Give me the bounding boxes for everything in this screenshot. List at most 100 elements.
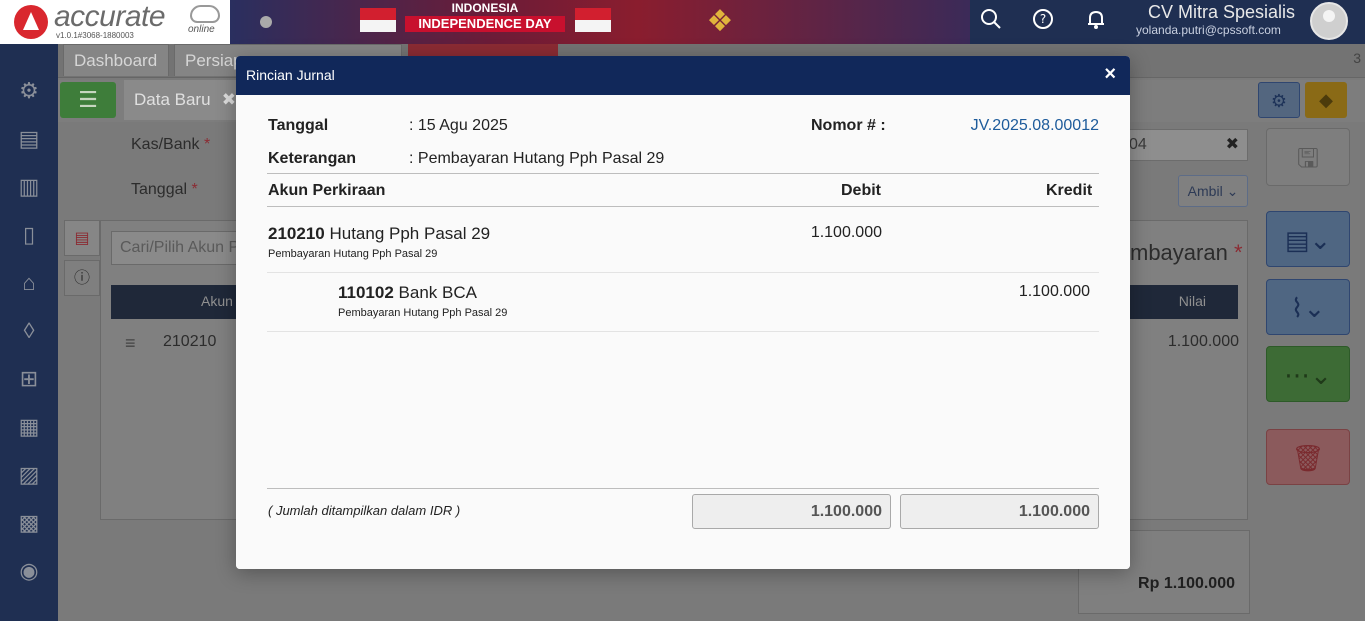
tab-overflow-count[interactable]: 3 — [1353, 50, 1361, 66]
logo-subtitle: online — [188, 24, 215, 35]
garuda-emblem-icon: ❖ — [706, 5, 734, 38]
flag-icon — [360, 8, 396, 32]
sidebar: ⚙ ▤ ▥ ▯ ⌂ ◊ ⊞ ▦ ▨ ▩ ◉ — [0, 44, 58, 621]
banner-line-2: INDEPENDENCE DAY — [405, 16, 565, 32]
close-icon[interactable]: ✖ — [222, 80, 236, 120]
grid-head-akun: Akun — [201, 293, 233, 309]
tab-dashboard[interactable]: Dashboard — [63, 44, 169, 76]
info-tab-icon[interactable]: ⓘ — [64, 260, 100, 296]
clear-icon[interactable]: ✖ — [1226, 130, 1239, 160]
row-divider — [267, 272, 1099, 273]
row-divider — [267, 331, 1099, 332]
data-tab-label: Data Baru — [134, 90, 211, 109]
kas-bank-text: Kas/Bank — [131, 136, 200, 153]
report-icon[interactable]: ◉ — [16, 558, 42, 584]
banner-dot — [260, 16, 272, 28]
kas-bank-label: Kas/Bank * — [131, 136, 210, 154]
transaction-number-field[interactable]: 04 ✖ — [1124, 129, 1248, 161]
pembayaran-text: mbayaran — [1130, 240, 1228, 265]
grid-head-nilai: Nilai — [1178, 293, 1206, 309]
account-name: Hutang Pph Pasal 29 — [329, 224, 491, 243]
journal-row-1-debit: 1.100.000 — [810, 224, 882, 241]
tax-icon[interactable]: ▩ — [16, 510, 42, 536]
required-mark: * — [1233, 240, 1243, 265]
modal-title: Rincian Jurnal — [246, 67, 335, 83]
delete-button[interactable]: 🗑 — [1266, 429, 1350, 485]
tanggal-label: Tanggal — [268, 117, 329, 134]
bell-icon[interactable] — [1083, 8, 1109, 34]
tab-active-indicator[interactable] — [408, 44, 558, 56]
pembayaran-label: mbayaran * — [1130, 240, 1243, 266]
journal-row-2-note: Pembayaran Hutang Pph Pasal 29 — [338, 307, 508, 319]
column-kredit-header: Kredit — [1046, 182, 1093, 199]
banner-line-1: INDONESIA — [451, 1, 519, 15]
total-debit-field: 1.100.000 — [692, 494, 891, 529]
top-bar: accurate online v1.0.1#3068-1880003 INDO… — [0, 0, 1365, 44]
user-email: yolanda.putri@cpssoft.com — [1136, 23, 1281, 37]
help-icon[interactable]: ? — [1030, 8, 1056, 34]
row-menu-icon[interactable]: ≡ — [125, 333, 136, 354]
promo-banner: INDONESIA INDEPENDENCE DAY ❖ — [230, 0, 970, 44]
modal-body: Tanggal : 15 Agu 2025 Nomor # : JV.2025.… — [236, 95, 1130, 569]
avatar[interactable] — [1310, 2, 1348, 40]
journal-row-2-account: 110102 Bank BCA — [338, 283, 477, 303]
gear-icon[interactable]: ⚙ — [16, 78, 42, 104]
book-icon[interactable]: ▯ — [16, 222, 42, 248]
app-version: v1.0.1#3068-1880003 — [56, 31, 134, 40]
column-akun-header: Akun Perkiraan — [268, 182, 386, 199]
close-button[interactable]: × — [1104, 63, 1116, 86]
list-view-button[interactable]: ☰ — [60, 82, 116, 118]
account-code: 210210 — [268, 224, 325, 243]
total-kredit-field: 1.100.000 — [900, 494, 1099, 529]
building-icon[interactable]: ▥ — [16, 174, 42, 200]
total-amount: Rp 1.100.000 — [1138, 575, 1235, 592]
keterangan-value: : Pembayaran Hutang Pph Pasal 29 — [409, 150, 665, 167]
tanggal-value: : 15 Agu 2025 — [409, 117, 508, 134]
row-account-code[interactable]: 210210 — [163, 333, 216, 351]
more-options-button[interactable]: ⋯⌄ — [1266, 346, 1350, 402]
bank-icon[interactable]: ⌂ — [16, 270, 42, 296]
attachment-button[interactable]: ⌇⌄ — [1266, 279, 1350, 335]
tanggal-text: Tanggal — [131, 181, 188, 198]
column-debit-header: Debit — [841, 182, 881, 199]
journal-detail-modal: Rincian Jurnal × Tanggal : 15 Agu 2025 N… — [236, 56, 1130, 569]
modal-header: Rincian Jurnal × — [236, 56, 1130, 95]
cloud-icon — [190, 5, 220, 23]
bag-icon[interactable]: ◊ — [16, 318, 42, 344]
ambil-button[interactable]: Ambil ⌄ — [1178, 175, 1248, 207]
required-mark: * — [203, 136, 211, 153]
divider — [267, 173, 1099, 174]
cashier-icon[interactable]: ▤ — [16, 126, 42, 152]
ambil-label: Ambil — [1187, 183, 1223, 199]
journal-row-2-kredit: 1.100.000 — [1018, 283, 1090, 300]
settings-button[interactable]: ⚙ — [1258, 82, 1300, 118]
tab-data-baru[interactable]: Data Baru ✖ — [124, 80, 244, 120]
journal-row-1-note: Pembayaran Hutang Pph Pasal 29 — [268, 248, 438, 260]
account-name: Bank BCA — [398, 283, 477, 302]
hint-button[interactable]: ◆ — [1305, 82, 1347, 118]
flag-icon — [575, 8, 611, 32]
divider — [267, 488, 1099, 489]
detail-tab-icon[interactable]: ▤ — [64, 220, 100, 256]
company-name[interactable]: CV Mitra Spesialis — [1148, 2, 1295, 23]
nomor-label: Nomor # : — [811, 117, 886, 134]
warehouse-icon[interactable]: ▦ — [16, 414, 42, 440]
banner-title: INDONESIA INDEPENDENCE DAY — [405, 0, 565, 32]
save-button[interactable]: 🖫 — [1266, 128, 1350, 186]
keterangan-label: Keterangan — [268, 150, 357, 167]
logo-mark-icon — [14, 5, 48, 39]
tanggal-label: Tanggal * — [131, 181, 198, 199]
journal-row-1-account: 210210 Hutang Pph Pasal 29 — [268, 224, 490, 244]
account-code: 110102 — [338, 283, 394, 302]
search-icon[interactable] — [978, 8, 1004, 34]
currency-note: ( Jumlah ditampilkan dalam IDR ) — [268, 503, 461, 518]
logo[interactable]: accurate online v1.0.1#3068-1880003 — [0, 0, 230, 44]
factory-icon[interactable]: ▨ — [16, 462, 42, 488]
transaction-number-value: 04 — [1129, 136, 1147, 153]
row-amount: 1.100.000 — [1167, 333, 1239, 350]
cart-icon[interactable]: ⊞ — [16, 366, 42, 392]
required-mark: * — [191, 181, 198, 198]
divider — [267, 206, 1099, 207]
document-button[interactable]: ▤⌄ — [1266, 211, 1350, 267]
journal-number-link[interactable]: JV.2025.08.00012 — [971, 117, 1099, 135]
